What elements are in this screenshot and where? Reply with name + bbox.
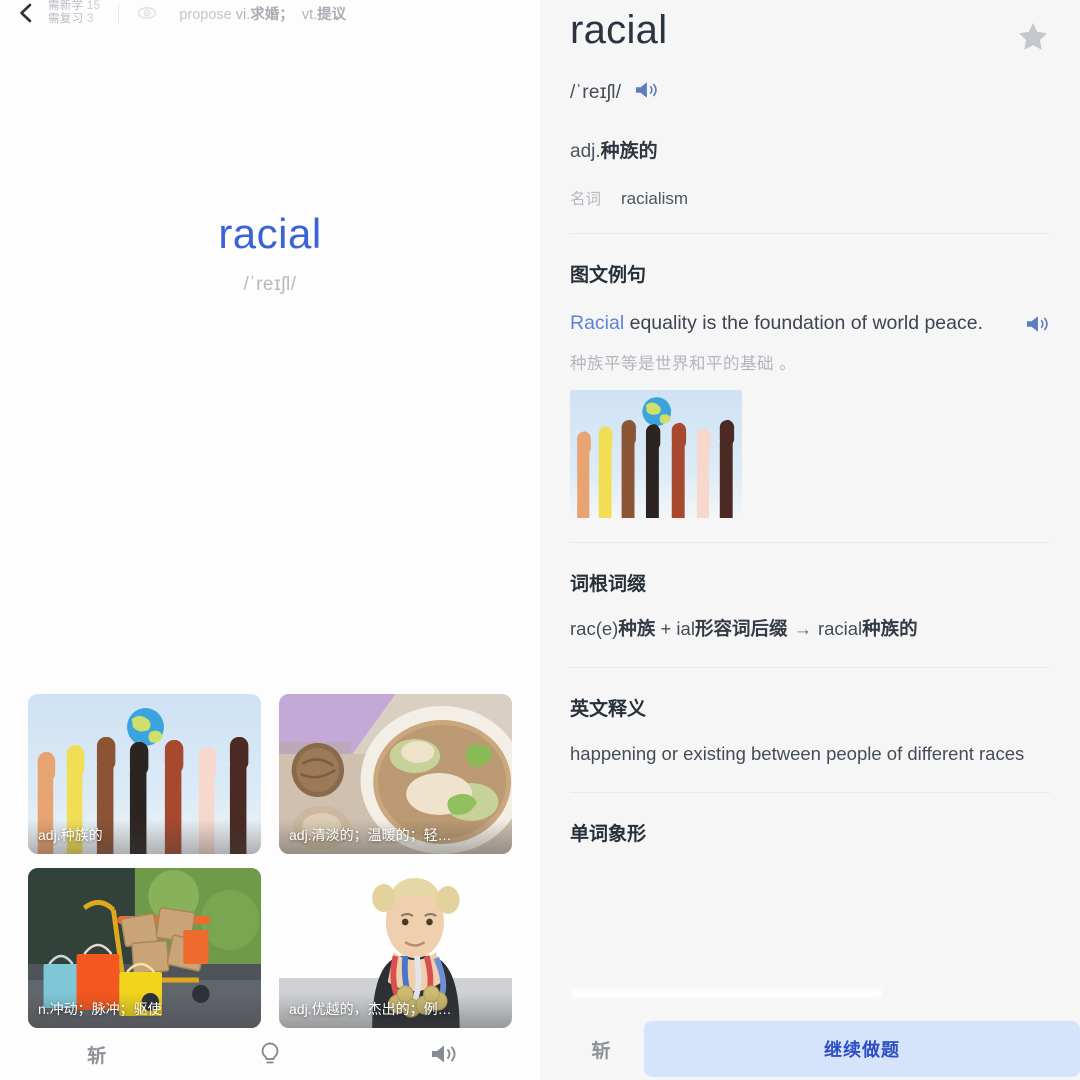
definition-line: adj.种族的 (570, 136, 1050, 163)
speaker-icon (633, 79, 659, 106)
example-highlight-word: Racial (570, 312, 625, 334)
review-words-label: 需复习 (48, 13, 84, 25)
quiz-word: racial (218, 210, 322, 257)
zhan-label: 斩 (87, 1045, 107, 1067)
root-suffix-cn: 形容词后缀 (694, 618, 788, 639)
pronounce-button[interactable] (357, 1028, 530, 1080)
derived-word-value[interactable]: racialism (621, 189, 688, 209)
definition-cn: 种族的 (600, 141, 658, 162)
lightbulb-icon (258, 1041, 282, 1067)
quiz-phonetic: /ˈreɪʃl/ (243, 274, 297, 295)
zhan-button[interactable]: 斩 (10, 1028, 183, 1080)
speaker-icon (429, 1042, 457, 1066)
star-icon[interactable] (1016, 20, 1050, 59)
topbar-divider (118, 4, 120, 24)
preview-cn-2: 提议 (317, 7, 347, 23)
hint-bulb-button[interactable] (183, 1028, 356, 1080)
answer-option-1-caption: adj.种族的 (28, 819, 261, 854)
divider-after-example (570, 542, 1050, 543)
english-definition: happening or existing between people of … (570, 742, 1025, 764)
preview-pos-1: vi. (235, 7, 251, 23)
answer-option-2-caption: adj.清淡的；温暖的；轻… (279, 819, 512, 854)
eye-icon[interactable] (137, 3, 157, 23)
hands-globe-illustration (570, 390, 742, 518)
answer-option-4-caption: adj.优越的，杰出的；例… (279, 993, 512, 1028)
back-button[interactable] (14, 0, 40, 26)
preview-word-text: propose (179, 7, 232, 23)
divider-after-english-def (570, 791, 1050, 793)
new-words-counter: 需新学 15 (48, 0, 100, 13)
right-bottom-bar: 斩 继续做题 (540, 1018, 1080, 1080)
definition-pos: adj. (570, 141, 601, 162)
pronounce-word-button[interactable] (633, 79, 659, 106)
divider-after-roots (570, 666, 1050, 668)
root-stem-cn: 种族 (618, 618, 656, 639)
left-topbar: 需新学 15 需复习 3 propose vi.求婚； vt.提议 (0, 0, 540, 28)
example-rest: equality is the foundation of world peac… (624, 312, 984, 334)
answer-option-4[interactable]: adj.优越的，杰出的；例… (279, 868, 512, 1028)
answer-option-1[interactable]: adj.种族的 (28, 694, 261, 854)
root-suffix: ial (676, 618, 695, 639)
phonetic-row: /ˈreɪʃl/ (570, 79, 1050, 106)
continue-quiz-button[interactable]: 继续做题 (644, 1021, 1080, 1077)
section-title-roots: 词根词缀 (570, 574, 647, 595)
derived-word-row: 名词 racialism (570, 187, 1050, 209)
zhan-button[interactable]: 斩 (558, 1036, 644, 1063)
section-title-example: 图文例句 (570, 265, 647, 286)
speaker-icon (1024, 316, 1050, 339)
section-title-english-def: 英文释义 (570, 698, 647, 720)
left-quiz-panel: 需新学 15 需复习 3 propose vi.求婚； vt.提议 racial… (0, 0, 540, 1080)
headword-row: racial (570, 0, 1050, 59)
root-result: racial (817, 618, 863, 639)
divider-after-derived (570, 233, 1050, 234)
page-title: racial (570, 8, 668, 52)
preview-cn-1: 求婚； (250, 7, 294, 23)
answer-image-grid: adj.种族的 adj.清淡的；温暖的；轻… n.冲动；脉冲；驱使 adj.优越… (0, 694, 540, 1028)
quiz-word-stage: racial /ˈreɪʃl/ (0, 28, 540, 296)
example-sentence-cn: 种族平等是世界和平的基础 。 (570, 355, 797, 373)
section-title-pictograph: 单词象形 (570, 823, 647, 845)
answer-option-3-caption: n.冲动；脉冲；驱使 (28, 993, 261, 1028)
root-arrow: → (793, 618, 812, 639)
example-sentence-en: Racial equality is the foundation of wor… (570, 309, 1014, 337)
review-words-count: 3 (86, 13, 94, 25)
example-sentence-block: Racial equality is the foundation of wor… (570, 309, 1050, 340)
answer-option-3[interactable]: n.冲动；脉冲；驱使 (28, 868, 261, 1028)
root-result-cn: 种族的 (862, 618, 918, 639)
new-words-count: 15 (86, 0, 101, 12)
preview-pos-2: vt. (301, 7, 318, 23)
phonetic-text: /ˈreɪʃl/ (570, 81, 622, 103)
pronounce-example-button[interactable] (1024, 313, 1050, 340)
content-placeholder-bar (570, 989, 882, 998)
word-detail-panel: racial /ˈreɪʃl/ adj.种族的 名词 racialism 图文例… (540, 0, 1080, 1080)
chevron-left-icon (16, 2, 38, 24)
new-words-label: 需新学 (48, 0, 84, 12)
preview-word-entry: propose vi.求婚； vt.提议 (179, 3, 346, 24)
answer-option-2[interactable]: adj.清淡的；温暖的；轻… (279, 694, 512, 854)
app-root: 需新学 15 需复习 3 propose vi.求婚； vt.提议 racial… (0, 0, 1080, 1080)
example-image (570, 390, 742, 518)
derived-word-label: 名词 (570, 191, 602, 208)
study-counters: 需新学 15 需复习 3 (48, 0, 100, 26)
left-bottom-toolbar: 斩 (0, 1028, 540, 1080)
review-words-counter: 需复习 3 (48, 13, 100, 26)
roots-text: rac(e)种族 + ial形容词后缀 → racial种族的 (570, 616, 1050, 643)
root-plus: + (655, 618, 677, 639)
root-stem: rac(e) (570, 618, 619, 639)
